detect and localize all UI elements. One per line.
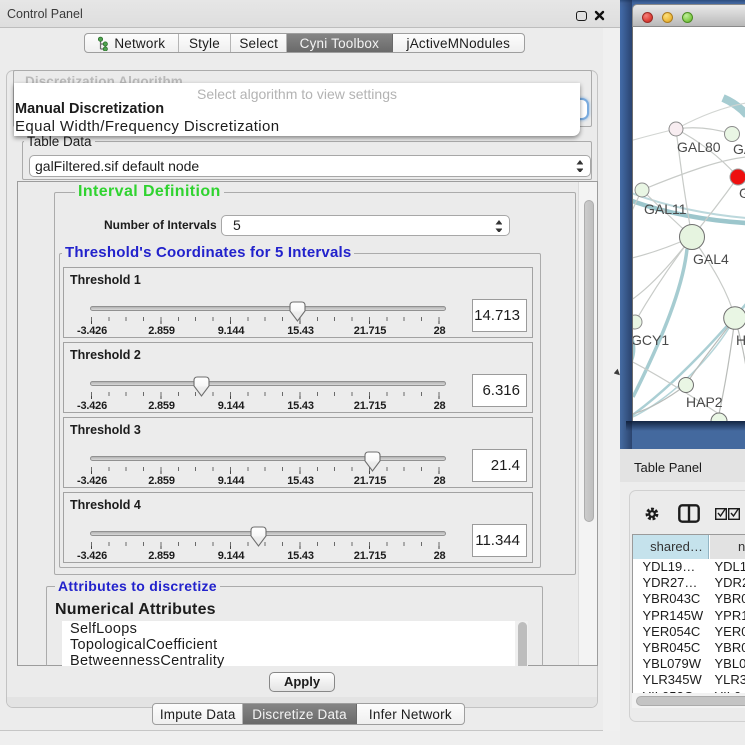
svg-text:GAL11: GAL11: [644, 201, 687, 217]
svg-text:GCY1: GCY1: [633, 332, 669, 348]
svg-text:G: G: [739, 185, 745, 201]
svg-text:GAL80: GAL80: [677, 139, 721, 155]
svg-text:GAL4: GAL4: [693, 251, 729, 267]
svg-text:HAP2: HAP2: [686, 394, 723, 410]
svg-text:H: H: [736, 332, 745, 348]
svg-text:GA: GA: [733, 141, 745, 157]
